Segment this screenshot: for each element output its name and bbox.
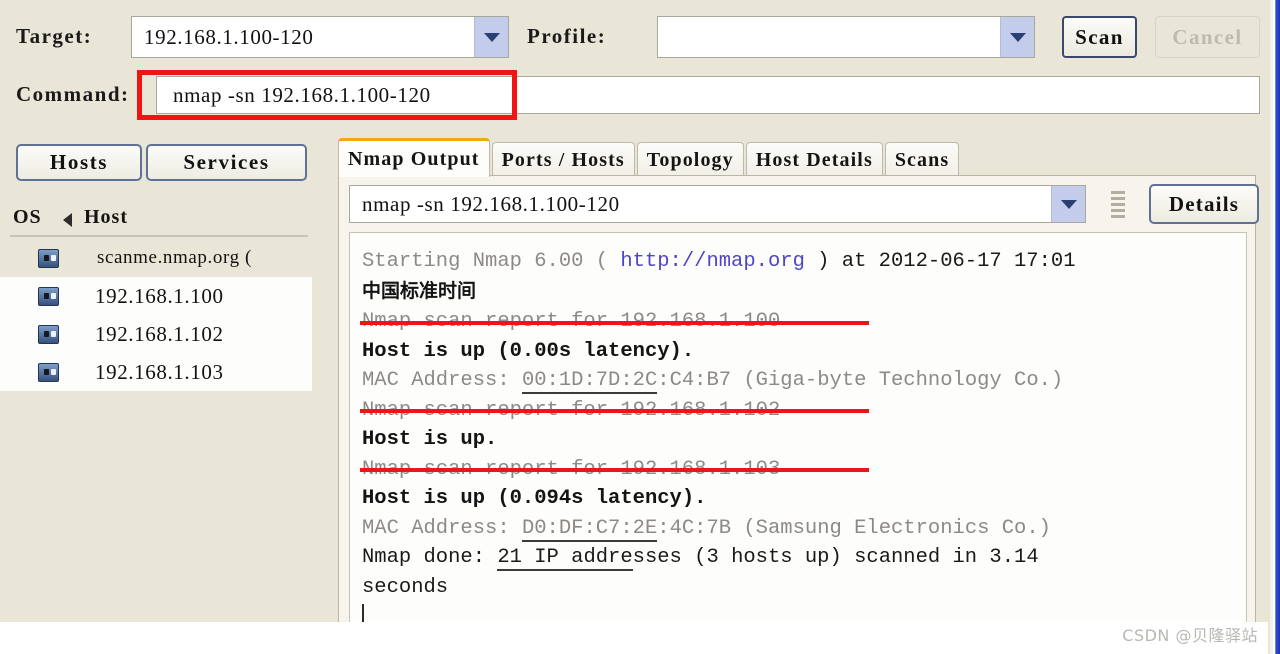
host-monitor-icon — [38, 286, 59, 306]
host-list-header: OS Host — [0, 206, 312, 238]
output-span: D0:DF:C7:2E — [521, 516, 658, 542]
output-line: Host is up. — [362, 425, 1246, 455]
tab-scans[interactable]: Scans — [884, 142, 960, 177]
annotation-underline-host-103 — [360, 468, 869, 472]
target-input[interactable]: 192.168.1.100-120 — [131, 16, 509, 58]
list-item[interactable]: 192.168.1.102 — [0, 315, 312, 353]
output-line: MAC Address: 00:1D:7D:2C:C4:B7 (Giga-byt… — [362, 366, 1246, 396]
column-header-host[interactable]: Host — [84, 206, 128, 229]
output-span: :4C:7B (Samsung Electronics Co.) — [657, 516, 1051, 540]
output-line: Nmap done: 21 IP addresses (3 hosts up) … — [362, 543, 1246, 573]
output-span: MAC Address: — [362, 369, 522, 392]
target-value[interactable]: 192.168.1.100-120 — [132, 25, 474, 50]
zenmap-window: Target: 192.168.1.100-120 Profile: Scan … — [0, 0, 1280, 654]
command-label: Command: — [16, 82, 130, 106]
details-button[interactable]: Details — [1149, 184, 1259, 224]
command-selector-dropdown-button[interactable] — [1051, 186, 1085, 222]
chevron-down-icon — [483, 32, 500, 42]
cancel-button: Cancel — [1155, 16, 1260, 58]
host-label: 192.168.1.103 — [95, 359, 224, 384]
profile-select[interactable] — [657, 16, 1035, 58]
output-text-content: Starting Nmap 6.00 ( http://nmap.org ) a… — [350, 233, 1246, 632]
scan-button[interactable]: Scan — [1062, 16, 1137, 58]
output-span: sses (3 hosts up) scanned in 3.14 — [632, 546, 1039, 569]
main-tab-bar: Nmap Output Ports / Hosts Topology Host … — [338, 138, 961, 177]
grip-handle-icon[interactable] — [1111, 186, 1125, 222]
output-line: MAC Address: D0:DF:C7:2E:4C:7B (Samsung … — [362, 514, 1246, 544]
chevron-down-icon — [1009, 32, 1026, 42]
output-span: MAC Address: — [362, 516, 522, 540]
output-span: Host is up (0.00s latency). — [362, 339, 695, 363]
nmap-url-link[interactable]: http://nmap.org — [620, 250, 805, 273]
output-span: 21 IP addre — [497, 546, 633, 571]
sidebar-tab-services[interactable]: Services — [146, 144, 307, 181]
sort-arrow-icon[interactable] — [63, 213, 72, 227]
tab-nmap-output[interactable]: Nmap Output — [338, 138, 490, 177]
chevron-down-icon — [1060, 199, 1077, 209]
panel-splitter[interactable] — [322, 131, 332, 654]
host-label: scanme.nmap.org ( — [97, 247, 252, 268]
command-value[interactable]: nmap -sn 192.168.1.100-120 — [157, 83, 431, 108]
output-span: :C4:B7 (Giga-byte Technology Co.) — [657, 369, 1064, 392]
command-selector[interactable]: nmap -sn 192.168.1.100-120 — [349, 185, 1086, 223]
output-line: Starting Nmap 6.00 ( http://nmap.org ) a… — [362, 247, 1246, 277]
nmap-output-pane: nmap -sn 192.168.1.100-120 Details Start… — [338, 175, 1259, 645]
output-span: seconds — [362, 575, 449, 599]
main-panel: Nmap Output Ports / Hosts Topology Host … — [332, 131, 1268, 654]
annotation-underline-host-102 — [360, 409, 869, 413]
tab-ports-hosts[interactable]: Ports / Hosts — [491, 142, 635, 177]
list-item[interactable]: 192.168.1.103 — [0, 353, 312, 391]
header-divider — [10, 235, 308, 237]
output-span: 中国标准时间 — [362, 279, 477, 302]
column-header-os[interactable]: OS — [13, 206, 42, 229]
profile-dropdown-button[interactable] — [1000, 17, 1034, 57]
output-span: Starting Nmap 6.00 ( — [362, 250, 621, 273]
host-label: 192.168.1.102 — [95, 321, 224, 346]
output-line: seconds — [362, 573, 1246, 603]
target-label: Target: — [16, 24, 93, 48]
output-span: Host is up. — [362, 428, 498, 451]
target-dropdown-button[interactable] — [474, 17, 508, 57]
sidebar-tab-hosts[interactable]: Hosts — [16, 144, 142, 181]
command-selector-value[interactable]: nmap -sn 192.168.1.100-120 — [350, 192, 1051, 217]
output-line: 中国标准时间 — [362, 277, 1246, 308]
annotation-underline-host-100 — [360, 321, 869, 325]
host-list: scanme.nmap.org ( 192.168.1.100 192.168.… — [0, 239, 312, 539]
output-text-area[interactable]: Starting Nmap 6.00 ( http://nmap.org ) a… — [349, 232, 1247, 636]
profile-label: Profile: — [527, 24, 607, 48]
command-input[interactable]: nmap -sn 192.168.1.100-120 — [156, 76, 1260, 114]
scan-toolbar: Target: 192.168.1.100-120 Profile: Scan … — [0, 0, 1268, 131]
list-item[interactable]: 192.168.1.100 — [0, 277, 312, 315]
watermark: CSDN @贝隆驿站 — [1122, 626, 1258, 645]
output-span: Nmap done: — [362, 546, 498, 569]
tab-topology[interactable]: Topology — [636, 142, 744, 177]
list-item[interactable]: scanme.nmap.org ( — [0, 239, 312, 277]
bottom-strip — [0, 622, 1268, 654]
host-monitor-icon — [38, 362, 59, 382]
output-span: Host is up (0.094s latency). — [362, 487, 707, 510]
host-label: 192.168.1.100 — [95, 283, 224, 308]
output-span: 00:1D:7D:2C — [521, 369, 658, 394]
tab-host-details[interactable]: Host Details — [745, 142, 883, 177]
hosts-sidebar: Hosts Services OS Host scanme.nmap.org (… — [0, 131, 322, 654]
window-edge — [1273, 0, 1280, 654]
host-monitor-icon — [38, 324, 59, 344]
output-line: Host is up (0.00s latency). — [362, 337, 1246, 367]
host-monitor-icon — [38, 248, 59, 268]
output-line: Host is up (0.094s latency). — [362, 484, 1246, 514]
output-span: ) at 2012-06-17 17:01 — [804, 250, 1076, 273]
